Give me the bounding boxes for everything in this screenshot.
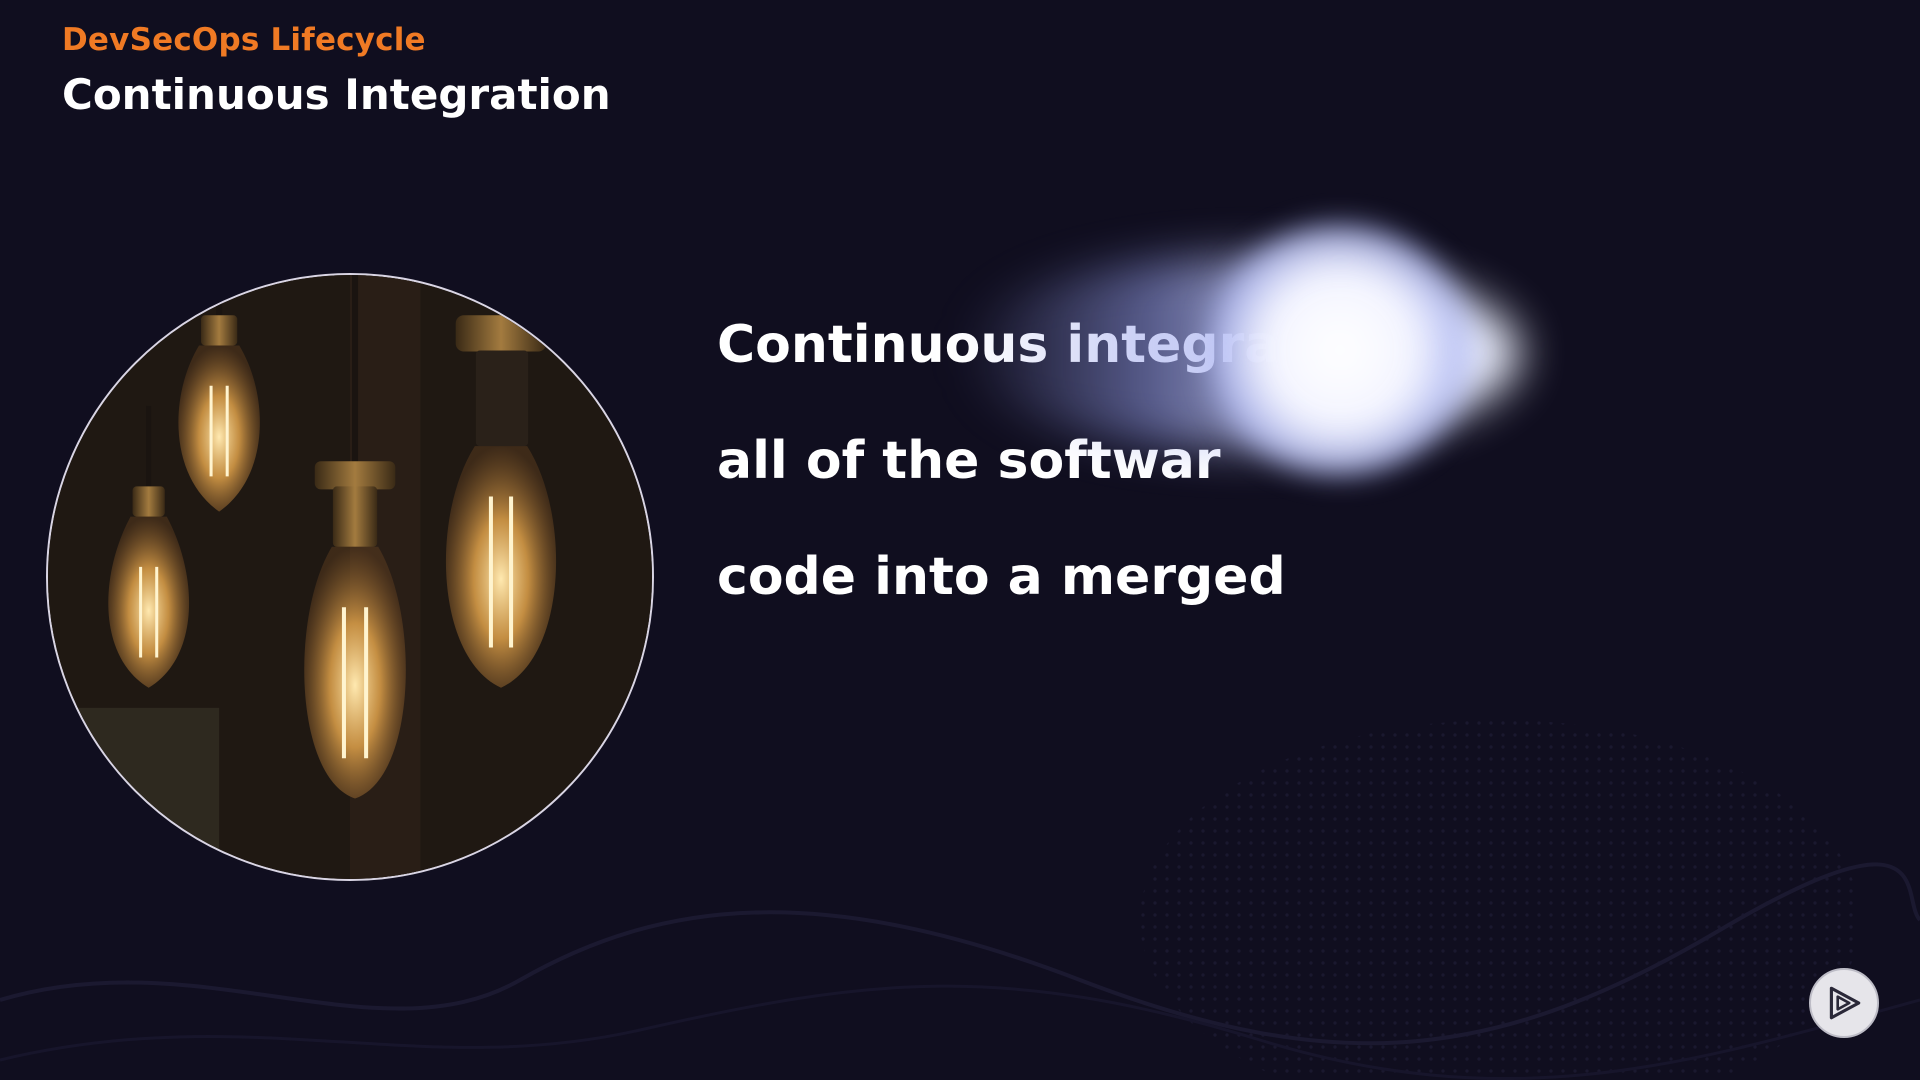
definition-line: Continuous integra <box>717 315 1280 375</box>
slide-title: Continuous Integration <box>62 70 611 119</box>
definition-line: code into a merged <box>717 547 1286 607</box>
definition-line: all of the softwar <box>717 431 1221 491</box>
lightbulbs-photo <box>46 273 654 881</box>
definition-text: Continuous integra all of the softwar co… <box>717 258 1286 664</box>
play-button[interactable] <box>1809 968 1879 1038</box>
play-icon <box>1829 986 1861 1020</box>
section-label: DevSecOps Lifecycle <box>62 22 426 58</box>
